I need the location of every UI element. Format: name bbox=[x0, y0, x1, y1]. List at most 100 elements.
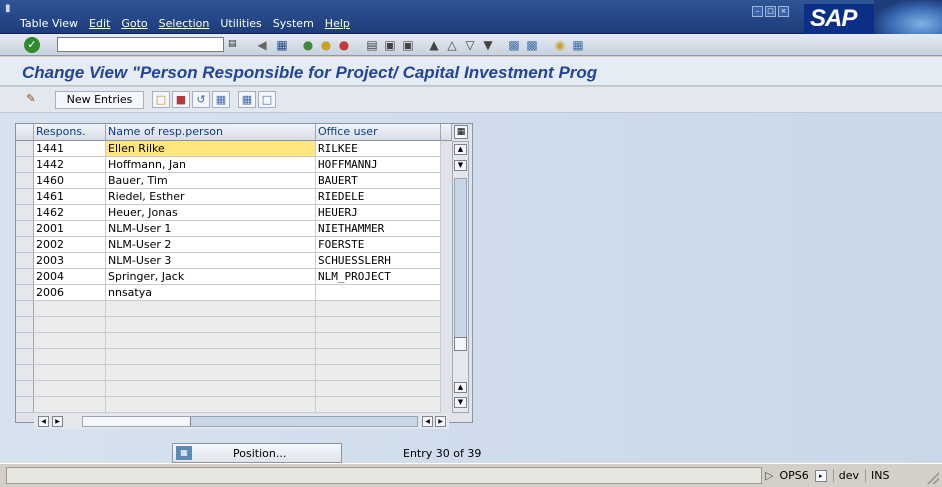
table-row[interactable]: 1441 Ellen Rilke RILKEE bbox=[16, 141, 441, 157]
table-row[interactable]: 1461 Riedel, Esther RIEDELE bbox=[16, 189, 441, 205]
cell-office-user[interactable]: NIETHAMMER bbox=[316, 221, 441, 237]
row-selector[interactable] bbox=[16, 333, 34, 349]
row-selector[interactable] bbox=[16, 365, 34, 381]
column-header-office-user[interactable]: Office user bbox=[316, 124, 441, 141]
cell-name[interactable] bbox=[106, 333, 316, 349]
cell-name[interactable] bbox=[106, 317, 316, 333]
cell-office-user[interactable]: FOERSTE bbox=[316, 237, 441, 253]
display-change-icon[interactable]: ✎ bbox=[22, 91, 40, 108]
page-down-icon[interactable]: ▼ bbox=[454, 160, 467, 171]
row-selector[interactable] bbox=[16, 349, 34, 365]
cancel-icon[interactable]: ● bbox=[336, 37, 352, 53]
column-scroll-right-icon[interactable]: ▶ bbox=[435, 416, 446, 427]
cell-name[interactable]: Springer, Jack bbox=[106, 269, 316, 285]
cell-respons[interactable] bbox=[34, 365, 106, 381]
new-entries-button[interactable]: New Entries bbox=[55, 91, 144, 109]
row-selector[interactable] bbox=[16, 317, 34, 333]
menu-edit[interactable]: Edit bbox=[89, 17, 110, 30]
minimize-icon[interactable]: – bbox=[752, 6, 763, 17]
scroll-right-icon[interactable]: ▶ bbox=[52, 416, 63, 427]
cell-respons[interactable] bbox=[34, 317, 106, 333]
cell-name[interactable]: Bauer, Tim bbox=[106, 173, 316, 189]
find-next-icon[interactable]: ▣ bbox=[400, 37, 416, 53]
table-row[interactable]: 2003 NLM-User 3 SCHUESSLERH bbox=[16, 253, 441, 269]
cell-name[interactable] bbox=[106, 349, 316, 365]
layout-menu-icon[interactable]: ▦ bbox=[570, 37, 586, 53]
cell-name[interactable] bbox=[106, 365, 316, 381]
scroll-track[interactable] bbox=[454, 178, 467, 350]
deselect-all-icon[interactable]: □ bbox=[258, 91, 276, 108]
system-menu-icon[interactable]: ▮ bbox=[5, 3, 11, 14]
row-selector[interactable] bbox=[16, 301, 34, 317]
cell-office-user[interactable]: HEUERJ bbox=[316, 205, 441, 221]
back-icon[interactable]: ● bbox=[300, 37, 316, 53]
command-field[interactable] bbox=[57, 37, 224, 52]
table-row[interactable]: 2004 Springer, Jack NLM_PROJECT bbox=[16, 269, 441, 285]
cell-name[interactable] bbox=[106, 381, 316, 397]
undo-change-icon[interactable]: ↺ bbox=[192, 91, 210, 108]
cell-respons[interactable] bbox=[34, 349, 106, 365]
table-row[interactable]: 2002 NLM-User 2 FOERSTE bbox=[16, 237, 441, 253]
cell-office-user[interactable] bbox=[316, 381, 441, 397]
next-page-icon[interactable]: ▽ bbox=[462, 37, 478, 53]
row-selector[interactable] bbox=[16, 285, 34, 301]
cell-office-user[interactable] bbox=[316, 317, 441, 333]
row-selector[interactable] bbox=[16, 173, 34, 189]
menu-system[interactable]: System bbox=[273, 17, 314, 30]
status-toggle-icon[interactable]: ▷ bbox=[765, 469, 773, 482]
cell-office-user[interactable] bbox=[316, 333, 441, 349]
row-selector[interactable] bbox=[16, 157, 34, 173]
row-selector[interactable] bbox=[16, 381, 34, 397]
cell-name[interactable] bbox=[106, 397, 316, 413]
column-header-name[interactable]: Name of resp.person bbox=[106, 124, 316, 141]
previous-page-icon[interactable]: △ bbox=[444, 37, 460, 53]
first-page-icon[interactable]: ▲ bbox=[426, 37, 442, 53]
menu-help[interactable]: Help bbox=[325, 17, 350, 30]
cell-name[interactable]: NLM-User 1 bbox=[106, 221, 316, 237]
horizontal-scroll-track[interactable] bbox=[82, 416, 418, 427]
cell-office-user[interactable]: RIEDELE bbox=[316, 189, 441, 205]
cell-name[interactable]: NLM-User 3 bbox=[106, 253, 316, 269]
close-icon[interactable]: × bbox=[778, 6, 789, 17]
empty-row[interactable] bbox=[16, 317, 441, 333]
row-selector[interactable] bbox=[16, 397, 34, 413]
horizontal-scroll-thumb[interactable] bbox=[83, 417, 191, 426]
create-session-icon[interactable]: ▩ bbox=[506, 37, 522, 53]
vertical-scrollbar[interactable]: ▲ ▼ ▲ ▼ bbox=[452, 141, 469, 413]
back-arrow-icon[interactable]: ◀ bbox=[254, 37, 270, 53]
scroll-down-icon[interactable]: ▼ bbox=[454, 397, 467, 408]
cell-name[interactable]: nnsatya bbox=[106, 285, 316, 301]
row-selector[interactable] bbox=[16, 253, 34, 269]
menu-table-view[interactable]: Table View bbox=[20, 17, 78, 30]
help-icon[interactable]: ◉ bbox=[552, 37, 568, 53]
cell-name[interactable]: Hoffmann, Jan bbox=[106, 157, 316, 173]
copy-as-icon[interactable]: □ bbox=[152, 91, 170, 108]
cell-respons[interactable] bbox=[34, 333, 106, 349]
resize-grip-icon[interactable] bbox=[927, 472, 939, 484]
empty-row[interactable] bbox=[16, 397, 441, 413]
row-selector[interactable] bbox=[16, 189, 34, 205]
maximize-icon[interactable]: □ bbox=[765, 6, 776, 17]
row-selector[interactable] bbox=[16, 237, 34, 253]
cell-name[interactable] bbox=[106, 301, 316, 317]
cell-office-user[interactable]: BAUERT bbox=[316, 173, 441, 189]
enter-icon[interactable]: ✓ bbox=[24, 37, 40, 53]
cell-name[interactable]: Ellen Rilke bbox=[106, 141, 316, 157]
cell-respons[interactable] bbox=[34, 397, 106, 413]
empty-row[interactable] bbox=[16, 301, 441, 317]
cell-office-user[interactable] bbox=[316, 285, 441, 301]
cell-office-user[interactable]: NLM_PROJECT bbox=[316, 269, 441, 285]
table-row[interactable]: 1460 Bauer, Tim BAUERT bbox=[16, 173, 441, 189]
scroll-left-icon[interactable]: ◀ bbox=[38, 416, 49, 427]
scroll-up-bottom-icon[interactable]: ▲ bbox=[454, 382, 467, 393]
row-selector[interactable] bbox=[16, 205, 34, 221]
menu-selection[interactable]: Selection bbox=[159, 17, 210, 30]
insert-mode[interactable]: INS bbox=[865, 469, 889, 482]
cell-name[interactable]: NLM-User 2 bbox=[106, 237, 316, 253]
column-scroll-left-icon[interactable]: ◀ bbox=[422, 416, 433, 427]
save-icon[interactable]: ▦ bbox=[274, 37, 290, 53]
select-all-header[interactable] bbox=[16, 124, 34, 141]
table-row[interactable]: 2001 NLM-User 1 NIETHAMMER bbox=[16, 221, 441, 237]
cell-office-user[interactable]: HOFFMANNJ bbox=[316, 157, 441, 173]
system-info-icon[interactable]: ▸ bbox=[814, 469, 827, 482]
